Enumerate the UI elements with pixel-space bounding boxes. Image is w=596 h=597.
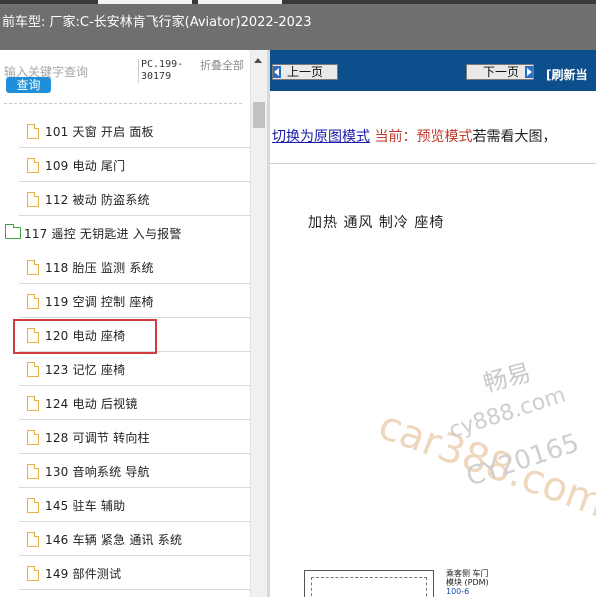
tree-item[interactable]: 124 电动 后视镜 — [19, 386, 250, 420]
document-icon — [27, 531, 39, 547]
view-mode-line: 切换为原图模式 当前：预览模式若需看大图， — [272, 126, 556, 146]
tree-item-label: 130 音响系统 导航 — [45, 464, 150, 479]
watermark-car388: car388.com — [373, 402, 596, 518]
document-icon — [27, 565, 39, 581]
diagram-label-line2: 模块 (PDM) — [446, 578, 489, 587]
tree-item[interactable]: 119 空调 控制 座椅 — [19, 284, 250, 318]
content-panel: 上一页 下一页 [刷新当 切换为原图模式 当前：预览模式若需看大图， 加热 通风… — [270, 50, 596, 597]
arrow-right-icon — [525, 66, 533, 78]
arrow-left-icon — [273, 66, 281, 78]
tree-item-label: 109 电动 尾门 — [45, 158, 126, 173]
selected-item-highlight — [13, 319, 157, 354]
tree-item[interactable]: 145 驻车 辅助 — [19, 488, 250, 522]
document-icon — [27, 191, 39, 207]
collapse-all-link[interactable]: 折叠全部 — [200, 60, 244, 72]
tree-item-label: 128 可调节 转向柱 — [45, 430, 150, 445]
diagram-inner — [311, 577, 427, 597]
document-icon — [27, 429, 39, 445]
document-icon — [27, 463, 39, 479]
prev-page-button[interactable]: 上一页 — [272, 64, 338, 80]
scroll-up-icon[interactable] — [254, 58, 262, 63]
document-icon — [27, 123, 39, 139]
tree-item[interactable]: 149 部件测试 — [19, 556, 250, 590]
document-icon — [27, 361, 39, 377]
prev-page-label: 上一页 — [287, 65, 324, 79]
tree-item-label: 145 驻车 辅助 — [45, 498, 126, 513]
row-divider — [19, 589, 250, 590]
tree-item-label: 119 空调 控制 座椅 — [45, 294, 154, 309]
pc-code: PC.199-30179 — [138, 59, 190, 83]
document-icon — [27, 497, 39, 513]
tree-item[interactable]: 123 记忆 座椅 — [19, 352, 250, 386]
document-title: 加热 通风 制冷 座椅 — [308, 215, 445, 231]
tree-item-label: 112 被动 防盗系统 — [45, 192, 150, 207]
search-button[interactable]: 查询 — [6, 77, 51, 93]
divider — [4, 103, 242, 104]
diagram-label: 乘客侧 车门 模块 (PDM) 100-6 — [446, 569, 489, 596]
vehicle-title: 前车型: 厂家:C-长安林肯飞行家(Aviator)2022-2023 — [2, 15, 312, 30]
tree-item-label: 146 车辆 紧急 通讯 系统 — [45, 532, 183, 547]
tree-item[interactable]: 128 可调节 转向柱 — [19, 420, 250, 454]
watermark-cy20165: CY20165 — [463, 428, 583, 492]
document-icon — [27, 293, 39, 309]
top-header: 前车型: 厂家:C-长安林肯飞行家(Aviator)2022-2023 — [0, 0, 596, 50]
tree-item[interactable]: 112 被动 防盗系统 — [19, 182, 250, 216]
document-icon — [27, 395, 39, 411]
tree-item-label: 118 胎压 监测 系统 — [45, 260, 154, 275]
document-icon — [27, 259, 39, 275]
mode-hint: 若需看大图， — [472, 129, 557, 145]
header-tab-strip — [0, 0, 596, 4]
watermark-cy888: cy888.com — [446, 383, 569, 444]
sidebar-scrollbar[interactable] — [250, 50, 267, 597]
content-navbar: 上一页 下一页 [刷新当 — [270, 50, 596, 91]
diagram-label-line3: 100-6 — [446, 587, 470, 596]
header-tab[interactable] — [98, 0, 192, 4]
tree-item-label: 101 天窗 开启 面板 — [45, 124, 154, 139]
watermark-cn: 畅易 — [480, 358, 534, 397]
tree-item[interactable]: 118 胎压 监测 系统 — [19, 250, 250, 284]
switch-mode-link[interactable]: 切换为原图模式 — [272, 129, 370, 145]
tree-item-label: 149 部件测试 — [45, 566, 122, 581]
diagram-block — [304, 570, 434, 597]
tree-item-label: 123 记忆 座椅 — [45, 362, 126, 377]
tree-item[interactable]: 109 电动 尾门 — [19, 148, 250, 182]
document-icon — [27, 157, 39, 173]
refresh-link[interactable]: [刷新当 — [546, 66, 588, 83]
next-page-label: 下一页 — [482, 65, 519, 79]
divider — [270, 163, 596, 164]
header-tab[interactable] — [198, 0, 282, 4]
current-mode-label: 当前：预览模式 — [374, 129, 473, 145]
scroll-thumb[interactable] — [253, 102, 265, 128]
folder-icon — [5, 224, 21, 239]
tree-item-label: 117 遥控 无钥匙进 入与报警 — [24, 226, 182, 241]
sidebar: 查询 PC.199-30179 折叠全部 101 天窗 开启 面板 109 电动 … — [0, 50, 250, 597]
tree-item-label: 124 电动 后视镜 — [45, 396, 138, 411]
tree-item[interactable]: 130 音响系统 导航 — [19, 454, 250, 488]
tree-item[interactable]: 146 车辆 紧急 通讯 系统 — [19, 522, 250, 556]
watermark: 畅易 car388.com cy888.com CY20165 — [373, 358, 596, 518]
next-page-button[interactable]: 下一页 — [466, 64, 534, 80]
tree-item[interactable]: 117 遥控 无钥匙进 入与报警 — [5, 216, 237, 250]
tree-item[interactable]: 101 天窗 开启 面板 — [19, 114, 250, 148]
diagram-label-line1: 乘客侧 车门 — [446, 569, 489, 578]
